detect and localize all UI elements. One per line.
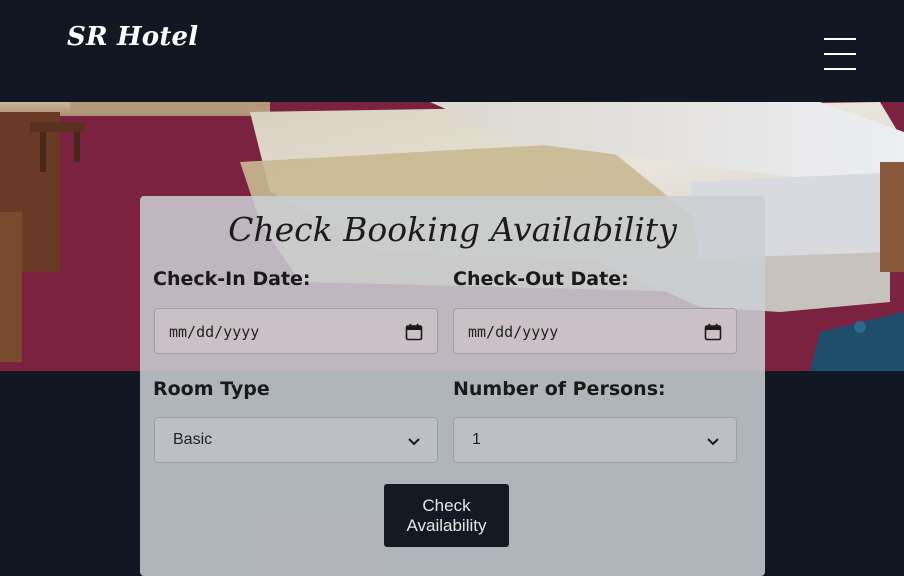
checkin-label: Check-In Date: [153, 268, 311, 290]
checkin-date-value: mm/dd/yyyy [169, 323, 260, 341]
form-title: Check Booking Availability [228, 210, 677, 249]
calendar-icon[interactable] [704, 323, 722, 341]
brand-logo[interactable]: SR Hotel [67, 22, 198, 52]
menu-bar [824, 68, 856, 70]
persons-label: Number of Persons: [453, 378, 666, 400]
chevron-down-icon [408, 438, 420, 446]
button-label-line1: Check [422, 495, 471, 515]
checkout-date-input[interactable]: mm/dd/yyyy [453, 308, 737, 354]
menu-bar [824, 53, 856, 55]
check-availability-button[interactable]: Check Availability [384, 484, 509, 547]
room-type-label: Room Type [153, 378, 270, 400]
calendar-icon[interactable] [405, 323, 423, 341]
room-type-value: Basic [173, 431, 213, 448]
checkout-date-value: mm/dd/yyyy [468, 323, 559, 341]
checkin-date-input[interactable]: mm/dd/yyyy [154, 308, 438, 354]
button-label-line2: Availability [406, 515, 487, 535]
persons-select[interactable]: 1 [453, 417, 737, 463]
room-type-select[interactable]: Basic [154, 417, 438, 463]
checkout-label: Check-Out Date: [453, 268, 629, 290]
persons-value: 1 [472, 431, 481, 448]
menu-bar [824, 38, 856, 40]
booking-form: Check Booking Availability Check-In Date… [140, 196, 765, 576]
chevron-down-icon [707, 438, 719, 446]
hamburger-menu-icon[interactable] [824, 36, 856, 72]
navbar: SR Hotel [0, 0, 904, 102]
